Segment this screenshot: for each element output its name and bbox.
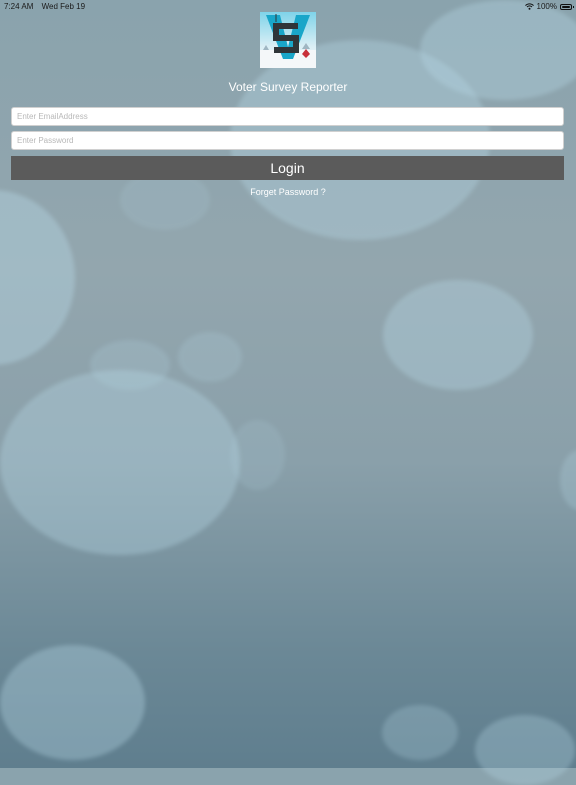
- background-bokeh: [383, 280, 533, 390]
- app-title: Voter Survey Reporter: [228, 80, 348, 94]
- status-bar: 7:24 AM Wed Feb 19 100%: [0, 0, 576, 12]
- battery-percent: 100%: [536, 2, 557, 11]
- background-bokeh: [0, 645, 145, 760]
- background-bokeh: [230, 420, 285, 490]
- wifi-icon: [524, 3, 534, 10]
- status-right: 100%: [524, 2, 574, 11]
- background-bokeh: [560, 450, 576, 510]
- status-date: Wed Feb 19: [41, 2, 86, 11]
- battery-icon: [560, 3, 574, 10]
- email-field[interactable]: [11, 107, 564, 126]
- status-left: 7:24 AM Wed Feb 19: [4, 2, 91, 11]
- password-field[interactable]: [11, 131, 564, 150]
- background-bokeh: [382, 705, 458, 760]
- background-bokeh: [178, 332, 242, 382]
- voter-survey-logo-icon: [260, 12, 316, 68]
- login-button[interactable]: Login: [11, 156, 564, 180]
- forgot-password-link[interactable]: Forget Password ?: [0, 187, 576, 197]
- background-bokeh: [0, 370, 240, 555]
- background-bokeh: [0, 190, 75, 365]
- status-time: 7:24 AM: [4, 2, 34, 11]
- background-bokeh: [475, 715, 575, 785]
